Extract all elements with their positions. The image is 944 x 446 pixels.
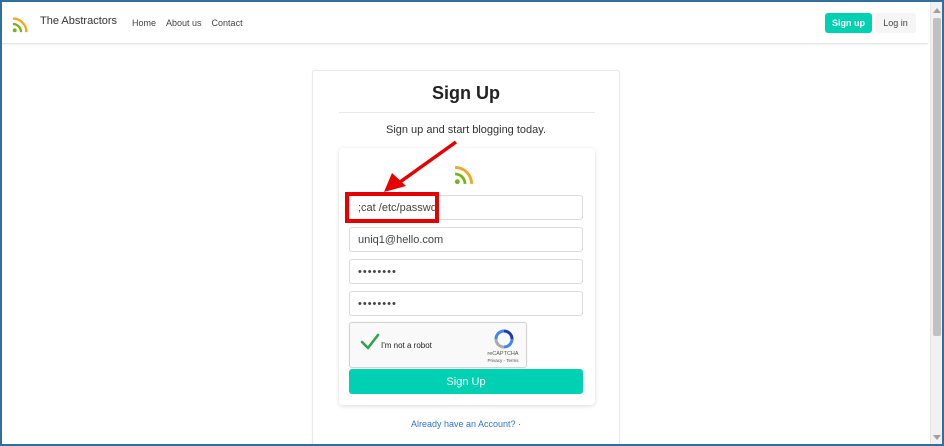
signup-card: Sign Up Sign up and start blogging today…: [312, 70, 620, 446]
password-input[interactable]: ••••••••: [349, 259, 583, 284]
scroll-up-icon[interactable]: [933, 8, 941, 13]
captcha-privacy-links[interactable]: Privacy - Terms: [481, 358, 525, 363]
recaptcha-icon: [494, 329, 514, 349]
signup-nav-button[interactable]: Sign up: [825, 13, 872, 33]
nav-about-link[interactable]: About us: [166, 18, 202, 28]
rss-feed-icon[interactable]: [12, 15, 30, 33]
vertical-scrollbar[interactable]: [930, 2, 942, 444]
nav-home-link[interactable]: Home: [132, 18, 156, 28]
email-input[interactable]: uniq1@hello.com: [349, 227, 583, 252]
login-link[interactable]: Already have an Account? ·: [313, 419, 619, 429]
login-nav-button[interactable]: Log in: [875, 13, 916, 33]
nav-contact-link[interactable]: Contact: [212, 18, 243, 28]
page-title: Sign Up: [432, 83, 500, 103]
title-divider: [339, 112, 595, 113]
captcha-label: I'm not a robot: [381, 341, 432, 350]
confirm-password-input[interactable]: ••••••••: [349, 291, 583, 316]
signup-submit-button[interactable]: Sign Up: [349, 369, 583, 394]
scroll-down-icon[interactable]: [933, 435, 941, 440]
brand-name[interactable]: The Abstractors: [40, 15, 117, 27]
annotation-arrow-icon: [384, 140, 458, 192]
navbar: The Abstractors Home About us Contact Si…: [2, 2, 928, 44]
scroll-thumb[interactable]: [933, 18, 941, 336]
checkmark-icon[interactable]: [360, 333, 380, 351]
nav-links: Home About us Contact: [132, 18, 243, 28]
recaptcha-widget[interactable]: I'm not a robot reCAPTCHA Privacy - Term…: [349, 322, 527, 368]
captcha-brand: reCAPTCHA: [487, 351, 519, 357]
